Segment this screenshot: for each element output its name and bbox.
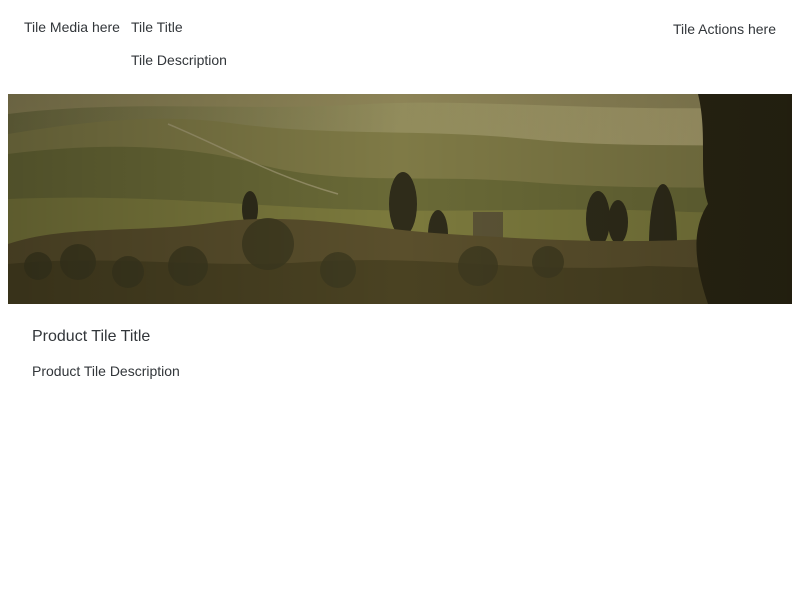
- tile-header: Tile Media here Tile Title Tile Descript…: [0, 0, 800, 94]
- landscape-banner-image: [8, 94, 792, 304]
- tile-title: Tile Title: [131, 19, 183, 35]
- tile-media-placeholder: Tile Media here: [24, 19, 120, 35]
- tile-actions-placeholder[interactable]: Tile Actions here: [673, 21, 776, 37]
- product-tile-description: Product Tile Description: [32, 363, 180, 379]
- product-tile-title: Product Tile Title: [32, 328, 151, 345]
- landscape-illustration: [8, 94, 792, 304]
- tile-description: Tile Description: [131, 52, 227, 68]
